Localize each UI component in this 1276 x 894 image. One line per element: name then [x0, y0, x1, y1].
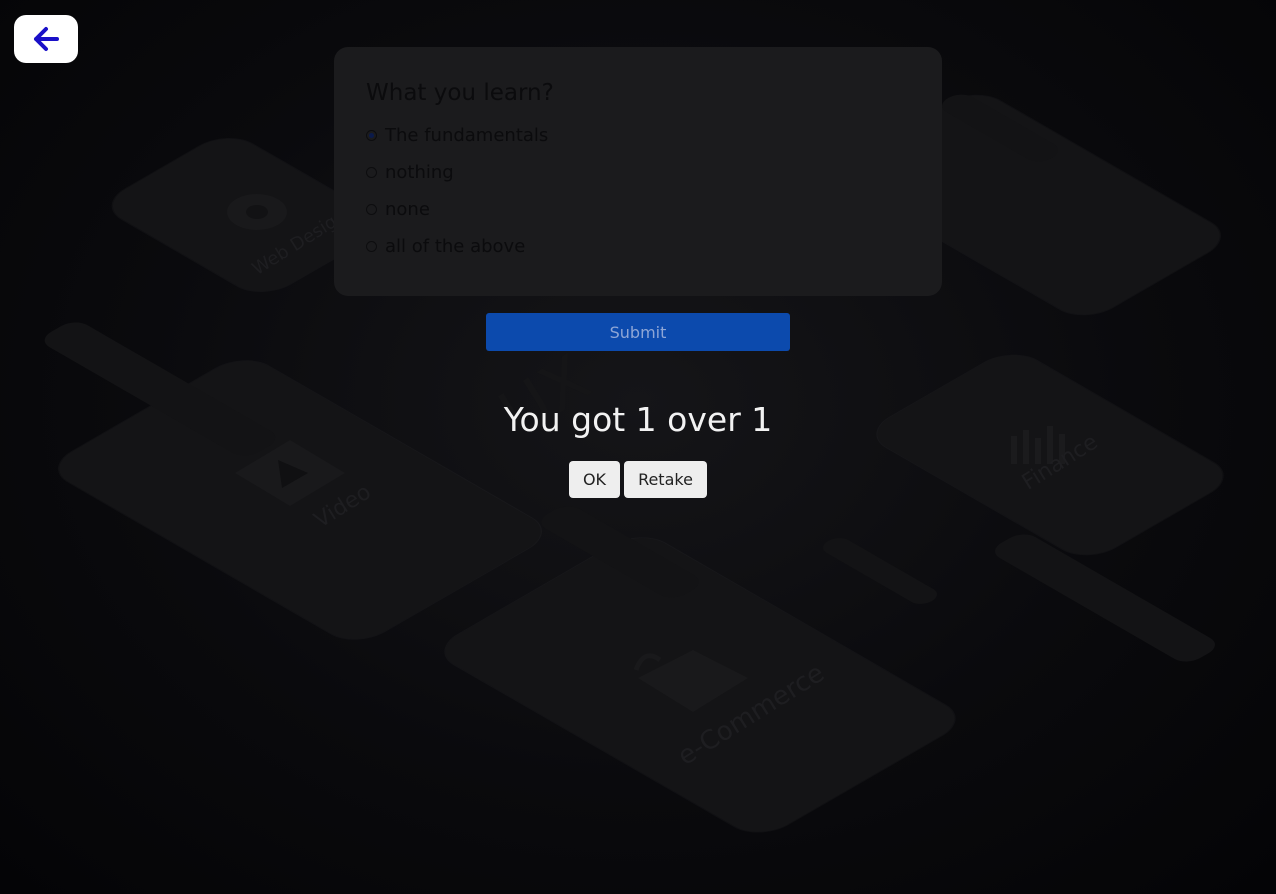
- radio-button[interactable]: [366, 204, 377, 215]
- retake-button[interactable]: Retake: [624, 461, 707, 498]
- question-text: What you learn?: [366, 80, 554, 106]
- option-none[interactable]: none: [366, 191, 910, 228]
- radio-button[interactable]: [366, 167, 377, 178]
- option-the-fundamentals[interactable]: The fundamentals: [366, 117, 910, 154]
- option-nothing[interactable]: nothing: [366, 154, 910, 191]
- option-label: The fundamentals: [385, 125, 549, 146]
- ok-button[interactable]: OK: [569, 461, 620, 498]
- submit-button[interactable]: Submit: [486, 313, 790, 351]
- result-text: You got 1 over 1: [503, 400, 773, 439]
- radio-button[interactable]: [366, 241, 377, 252]
- bg-bar-4: [817, 534, 943, 608]
- option-all-of-the-above[interactable]: all of the above: [366, 228, 910, 265]
- option-label: nothing: [385, 162, 454, 183]
- back-button[interactable]: [14, 15, 78, 63]
- options-list: The fundamentals nothing none all of the…: [366, 117, 910, 265]
- arrow-left-icon: [34, 27, 59, 51]
- quiz-page: Web Design Video Finance e-Commerce UX W…: [0, 0, 1276, 894]
- gear-icon: [227, 194, 287, 230]
- option-label: none: [385, 199, 430, 220]
- option-label: all of the above: [385, 236, 526, 257]
- result-actions: OK Retake: [0, 461, 1276, 498]
- radio-button[interactable]: [366, 130, 377, 141]
- question-card: What you learn? The fundamentals nothing…: [334, 47, 942, 296]
